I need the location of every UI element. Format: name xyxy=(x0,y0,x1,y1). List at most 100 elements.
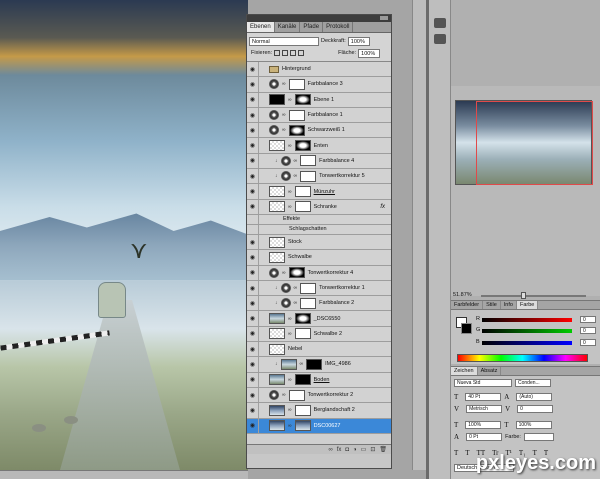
tracking-field[interactable]: 0 xyxy=(517,405,554,413)
leading-field[interactable]: (Auto) xyxy=(516,393,553,401)
zoom-slider-thumb[interactable] xyxy=(521,292,526,299)
visibility-eye-icon[interactable]: ◉ xyxy=(247,296,259,311)
layer-mask-thumbnail[interactable] xyxy=(306,358,323,370)
tab-info[interactable]: Info xyxy=(501,301,517,309)
navigator-zoom-slider[interactable] xyxy=(481,292,586,299)
layer-thumbnail[interactable] xyxy=(269,328,285,340)
mask-link-icon[interactable]: ∞ xyxy=(288,189,292,195)
tab-channels[interactable]: Kanäle xyxy=(275,22,301,32)
layer-row[interactable]: Schlagschatten xyxy=(247,224,391,235)
blue-value[interactable]: 0 xyxy=(580,339,596,346)
layer-row[interactable]: ◉ ∞ Farbbalance 3 xyxy=(247,77,391,93)
layer-thumbnail[interactable] xyxy=(269,390,279,401)
layer-thumbnail[interactable] xyxy=(269,201,285,213)
layer-row[interactable]: ◉ Stock xyxy=(247,234,391,251)
mask-link-icon[interactable]: ∞ xyxy=(288,423,292,429)
layer-effects-icon[interactable]: fx xyxy=(380,204,385,210)
lock-all-icon[interactable] xyxy=(298,50,305,56)
layer-mask-thumbnail[interactable] xyxy=(300,170,317,182)
layer-row[interactable]: ◉ ∞ DSC00627 xyxy=(247,418,391,434)
opacity-field[interactable]: 100% xyxy=(347,36,370,46)
layer-row[interactable]: ◉ Nebel xyxy=(247,342,391,358)
mask-link-icon[interactable]: ∞ xyxy=(294,173,298,179)
layer-thumbnail[interactable] xyxy=(269,125,279,136)
layer-mask-thumbnail[interactable] xyxy=(294,140,311,152)
layer-row[interactable]: ◉ ∞ Boden xyxy=(247,372,391,388)
tab-styles[interactable]: Stile xyxy=(483,301,501,309)
layer-row[interactable]: ◉ ∞ Tonwertkorrektur 4 xyxy=(247,265,391,281)
trash-icon[interactable]: 🗑 xyxy=(379,446,387,453)
layer-thumbnail[interactable] xyxy=(269,140,285,152)
visibility-eye-icon[interactable]: ◉ xyxy=(247,387,259,403)
layer-row[interactable]: ◉ ∞ Enten xyxy=(247,138,391,154)
layer-thumbnail[interactable] xyxy=(269,313,285,325)
visibility-eye-icon[interactable]: ◉ xyxy=(247,77,259,92)
new-group-icon[interactable]: ▭ xyxy=(361,446,367,453)
link-layers-icon[interactable]: ∞ xyxy=(328,447,332,453)
visibility-eye-icon[interactable]: ◉ xyxy=(247,107,259,123)
layer-thumbnail[interactable] xyxy=(280,171,291,182)
font-family-select[interactable]: Nueva Std xyxy=(454,379,512,387)
tab-history[interactable]: Protokoll xyxy=(323,22,354,32)
layer-row[interactable]: ◉ ↓ ∞ IMG_4986 xyxy=(247,357,391,373)
layer-mask-thumbnail[interactable] xyxy=(288,109,305,121)
navigator-panel-icon[interactable] xyxy=(433,18,446,28)
visibility-eye-icon[interactable]: ◉ xyxy=(247,418,259,433)
new-layer-icon[interactable]: ⊡ xyxy=(370,446,375,453)
layer-row[interactable]: ◉ ∞ Farbbalance 1 xyxy=(247,107,391,124)
mask-link-icon[interactable]: ∞ xyxy=(300,361,304,367)
mask-link-icon[interactable]: ∞ xyxy=(288,377,292,383)
navigator-view-box[interactable] xyxy=(476,101,593,185)
visibility-eye-icon[interactable]: ◉ xyxy=(247,234,259,250)
mask-link-icon[interactable]: ∞ xyxy=(288,407,292,413)
mask-link-icon[interactable]: ∞ xyxy=(282,127,286,133)
layer-row[interactable]: ◉ ∞ Schwarzweiß 1 xyxy=(247,123,391,139)
document-canvas[interactable]: ⋎ xyxy=(0,0,248,470)
layer-mask-thumbnail[interactable] xyxy=(294,186,311,198)
blue-slider-bar[interactable] xyxy=(482,341,572,345)
lock-pixels-icon[interactable] xyxy=(282,50,289,56)
mask-link-icon[interactable]: ∞ xyxy=(282,270,286,276)
canvas-scrollbar[interactable] xyxy=(412,0,426,470)
visibility-eye-icon[interactable]: ◉ xyxy=(247,153,259,169)
layer-row[interactable]: ◉ ↓ ∞ Farbbalance 2 xyxy=(247,296,391,312)
layer-thumbnail[interactable] xyxy=(269,343,285,355)
tab-paragraph[interactable]: Absatz xyxy=(478,367,502,375)
layer-mask-thumbnail[interactable] xyxy=(294,94,311,106)
mask-link-icon[interactable]: ∞ xyxy=(294,300,298,306)
visibility-eye-icon[interactable]: ◉ xyxy=(247,199,259,214)
mask-link-icon[interactable]: ∞ xyxy=(282,112,286,118)
collapse-icon[interactable] xyxy=(380,16,388,20)
layer-row[interactable]: ◉ ↓ ∞ Tonwertkorrektur 1 xyxy=(247,280,391,297)
font-size-field[interactable]: 40 Pt xyxy=(465,393,502,401)
font-style-select[interactable]: Conden... xyxy=(515,379,551,387)
layer-mask-thumbnail[interactable] xyxy=(288,124,305,136)
mask-link-icon[interactable]: ∞ xyxy=(282,392,286,398)
layer-row[interactable]: ◉ ∞ Schwalbe 2 xyxy=(247,326,391,343)
visibility-eye-icon[interactable]: ◉ xyxy=(247,403,259,418)
layer-thumbnail[interactable] xyxy=(269,420,285,432)
lock-position-icon[interactable] xyxy=(290,50,297,56)
histogram-panel-icon[interactable] xyxy=(433,34,446,44)
layer-mask-thumbnail[interactable] xyxy=(294,328,311,340)
layer-thumbnail[interactable] xyxy=(269,186,285,198)
visibility-eye-icon[interactable]: ◉ xyxy=(247,169,259,184)
tab-character[interactable]: Zeichen xyxy=(451,367,478,375)
layer-row[interactable]: ◉ ↓ ∞ Farbbalance 4 xyxy=(247,153,391,170)
mask-link-icon[interactable]: ∞ xyxy=(282,81,286,87)
layer-thumbnail[interactable] xyxy=(269,374,285,386)
visibility-eye-icon[interactable]: ◉ xyxy=(247,184,259,199)
navigator-zoom-value[interactable]: 51.87% xyxy=(453,292,472,298)
panel-titlebar[interactable] xyxy=(247,15,391,22)
green-slider-bar[interactable] xyxy=(482,329,572,333)
mask-link-icon[interactable]: ∞ xyxy=(288,316,292,322)
layer-mask-thumbnail[interactable] xyxy=(294,313,311,325)
horizontal-scale-field[interactable]: 100% xyxy=(515,421,552,429)
visibility-eye-icon[interactable]: ◉ xyxy=(247,280,259,296)
adjustment-layer-icon[interactable]: ◑ xyxy=(353,447,357,453)
blue-slider[interactable]: B 0 xyxy=(476,339,598,347)
mask-link-icon[interactable]: ∞ xyxy=(288,204,292,210)
tab-color[interactable]: Farbe xyxy=(516,301,539,309)
layer-mask-thumbnail[interactable] xyxy=(294,201,311,213)
layer-thumbnail[interactable] xyxy=(280,298,291,309)
